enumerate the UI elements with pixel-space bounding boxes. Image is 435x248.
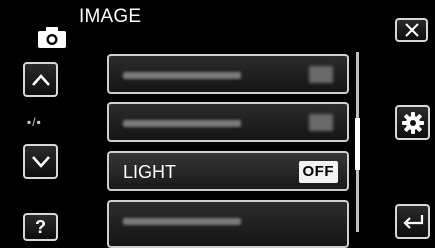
menu-item-2[interactable] xyxy=(107,102,349,142)
status-badge: OFF xyxy=(298,161,338,183)
obscured-value xyxy=(309,114,333,131)
obscured-label xyxy=(123,72,241,79)
menu-item-label: LIGHT xyxy=(123,162,177,182)
obscured-value xyxy=(309,66,333,83)
menu-item-light[interactable]: LIGHT OFF xyxy=(107,151,349,191)
obscured-label xyxy=(123,218,241,225)
help-label: ? xyxy=(35,216,46,237)
menu-item-1[interactable] xyxy=(107,54,349,94)
scroll-up-button[interactable] xyxy=(23,62,58,97)
return-arrow-icon xyxy=(402,214,423,229)
settings-button[interactable] xyxy=(395,105,430,140)
gear-icon xyxy=(401,111,424,134)
page-title: IMAGE xyxy=(79,6,142,27)
back-button[interactable] xyxy=(395,204,430,239)
close-button[interactable] xyxy=(395,18,428,42)
obscured-label xyxy=(123,120,241,127)
scrollbar-thumb[interactable] xyxy=(355,118,360,170)
close-icon xyxy=(404,23,419,37)
menu-item-4[interactable] xyxy=(107,200,349,248)
scroll-down-button[interactable] xyxy=(23,144,58,179)
help-button[interactable]: ? xyxy=(23,213,58,241)
chevron-down-icon xyxy=(31,155,50,168)
page-indicator: ▪/▪ xyxy=(27,115,42,129)
camera-icon xyxy=(38,26,66,48)
chevron-up-icon xyxy=(31,73,50,86)
